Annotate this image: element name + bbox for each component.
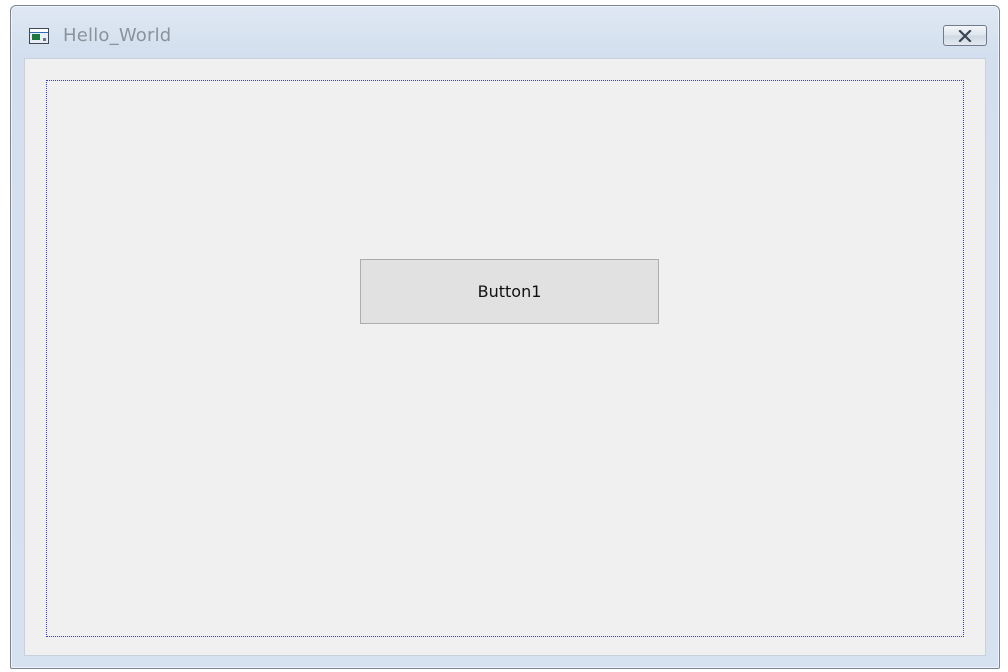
- button1[interactable]: Button1: [360, 259, 659, 324]
- client-area: Button1: [24, 58, 986, 656]
- close-x-icon: [958, 29, 972, 42]
- application-window: Hello_World Button1: [10, 5, 1000, 669]
- focus-rectangle: [46, 80, 964, 637]
- icon-screen-fill: [32, 34, 40, 40]
- icon-corner-dot: [43, 38, 46, 41]
- close-button[interactable]: [943, 25, 987, 46]
- title-bar[interactable]: Hello_World: [11, 6, 999, 56]
- window-title: Hello_World: [63, 25, 172, 46]
- application-window-icon[interactable]: [29, 28, 49, 44]
